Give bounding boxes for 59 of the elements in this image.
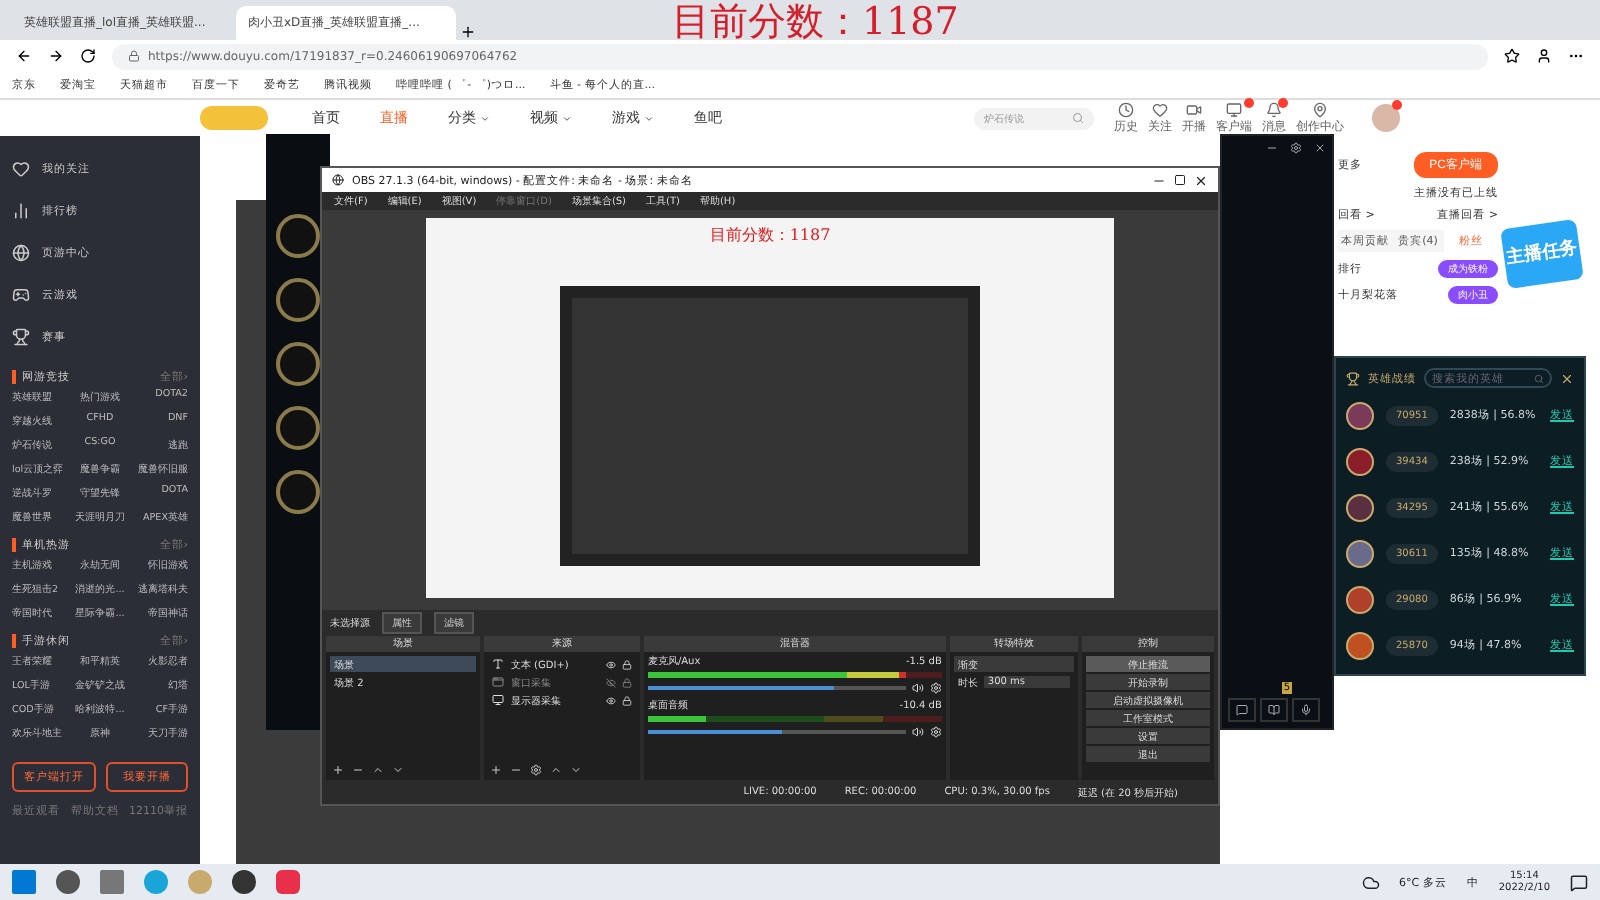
- chat-button[interactable]: [1228, 698, 1256, 722]
- sidebar-icon: [12, 327, 30, 345]
- settings-icon: [530, 764, 543, 776]
- close-icon: [1314, 142, 1326, 154]
- notification-icon: [1570, 873, 1588, 891]
- speaker-icon: [911, 682, 924, 694]
- avatar[interactable]: [1372, 104, 1400, 132]
- reload-icon: [80, 48, 96, 64]
- add-icon: [490, 764, 503, 776]
- favorite-icon: [1504, 48, 1520, 64]
- close-icon: [1560, 371, 1574, 385]
- sidebar-icon: [12, 201, 30, 219]
- down-icon: [570, 764, 583, 776]
- action-icon: [1266, 101, 1282, 117]
- eye-icon: [605, 677, 616, 687]
- book-button[interactable]: [1260, 698, 1288, 722]
- action-icon: [1312, 101, 1328, 117]
- lock-icon: [128, 50, 140, 62]
- settings-icon: [1290, 142, 1302, 154]
- eye-icon: [605, 695, 616, 705]
- forward-icon: [48, 48, 64, 64]
- close-icon: [1194, 173, 1208, 187]
- weather-icon: [1361, 873, 1380, 891]
- sidebar-icon: [12, 243, 30, 261]
- settings-icon: [929, 682, 942, 694]
- speaker-icon: [911, 726, 924, 738]
- sidebar-icon: [12, 285, 30, 303]
- mic-icon: [1300, 704, 1312, 716]
- up-icon: [550, 764, 563, 776]
- settings-icon: [929, 726, 942, 738]
- lock-icon: [621, 695, 632, 705]
- eye-icon: [605, 659, 616, 669]
- maximize-icon: [1174, 174, 1186, 186]
- remove-icon: [352, 764, 364, 776]
- source-icon: [492, 676, 505, 688]
- action-icon: [1118, 101, 1134, 117]
- sidebar-icon: [12, 159, 30, 177]
- remove-icon: [510, 764, 523, 776]
- source-icon: [492, 694, 505, 706]
- minimize-icon: [1266, 142, 1278, 154]
- mic-button[interactable]: [1292, 698, 1320, 722]
- profile-icon: [1536, 48, 1552, 64]
- add-icon: [332, 764, 344, 776]
- app-icon: [332, 174, 344, 186]
- action-icon: [1152, 101, 1168, 117]
- trophy-icon: [1346, 371, 1360, 385]
- book-icon: [1268, 704, 1280, 716]
- score-text: 目前分数：1187: [709, 224, 831, 246]
- down-icon: [392, 764, 404, 776]
- chat-icon: [1236, 704, 1248, 716]
- back-icon: [16, 48, 32, 64]
- lock-icon: [621, 677, 632, 687]
- action-icon: [1226, 101, 1242, 117]
- new-tab-icon: [460, 24, 476, 40]
- lock-icon: [621, 659, 632, 669]
- action-icon: [1186, 101, 1202, 117]
- up-icon: [372, 764, 384, 776]
- source-icon: [492, 658, 505, 670]
- score-overlay: 目前分数：1187: [672, 0, 959, 48]
